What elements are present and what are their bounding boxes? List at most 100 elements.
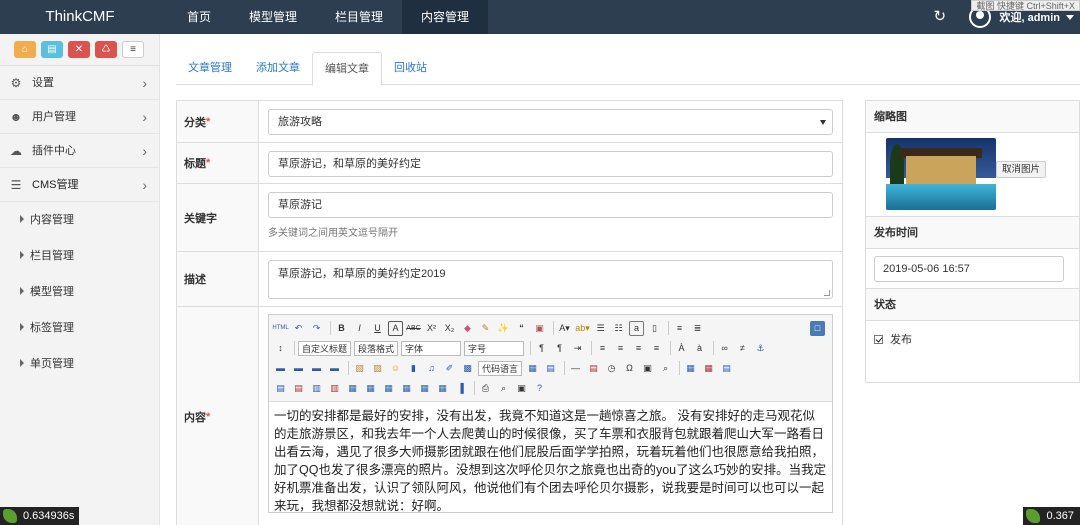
highlight-color-icon[interactable]: ab▾ — [575, 321, 590, 336]
insert-col-icon[interactable]: ▥ — [309, 381, 324, 396]
sidebar-item-users[interactable]: ☻ 用户管理 › — [0, 100, 159, 134]
blockquote-icon[interactable]: “ — [514, 321, 529, 336]
align-justify-icon[interactable]: ≡ — [649, 341, 664, 356]
merge-cells-icon[interactable]: ▦ — [345, 381, 360, 396]
time-icon[interactable]: ◷ — [604, 361, 619, 376]
row-spacing-bottom-icon[interactable]: ≣ — [690, 321, 705, 336]
align-left-icon[interactable]: ≡ — [595, 341, 610, 356]
image-none-icon[interactable]: ▬ — [273, 361, 288, 376]
lowercase-icon[interactable]: à — [692, 341, 707, 356]
split-rows-icon[interactable]: ▦ — [417, 381, 432, 396]
insert-paragraph-icon[interactable]: ▤ — [719, 361, 734, 376]
paragraph-format-select[interactable]: 段落格式 — [354, 340, 399, 356]
indent-icon[interactable]: ⇥ — [570, 341, 585, 356]
recycle-icon[interactable]: ♺ — [95, 41, 117, 58]
code-language-select[interactable]: 代码语言 — [478, 360, 523, 376]
italic-icon[interactable]: I — [352, 321, 367, 336]
tab-add-article[interactable]: 添加文章 — [244, 52, 312, 85]
rtl-icon[interactable]: ¶ — [552, 341, 567, 356]
line-height-icon[interactable]: ↕ — [273, 341, 288, 356]
font-family-select[interactable]: 字体 — [401, 340, 462, 356]
publish-checkbox[interactable] — [874, 334, 883, 344]
date-icon[interactable]: ▤ — [586, 361, 601, 376]
image-right-icon[interactable]: ▬ — [309, 361, 324, 376]
charts-icon[interactable]: ▐ — [453, 381, 468, 396]
search-replace-icon[interactable]: ⌕ — [658, 361, 673, 376]
ordered-list-icon[interactable]: ☰ — [593, 321, 608, 336]
nav-model[interactable]: 模型管理 — [230, 0, 316, 34]
home-icon[interactable]: ⌂ — [14, 41, 36, 58]
unlink-icon[interactable]: ≠ — [735, 341, 750, 356]
uppercase-icon[interactable]: À — [674, 341, 689, 356]
strikethrough-icon[interactable]: ABC — [406, 321, 421, 336]
delete-col-icon[interactable]: ▥ — [327, 381, 342, 396]
trash-icon[interactable]: ✕ — [68, 41, 90, 58]
nav-home[interactable]: 首页 — [168, 0, 230, 34]
bold-icon[interactable]: B — [334, 321, 349, 336]
horizontal-rule-icon[interactable]: — — [568, 361, 583, 376]
custom-heading-select[interactable]: 自定义标题 — [298, 340, 352, 356]
attachment-icon[interactable]: ✐ — [442, 361, 457, 376]
merge-right-icon[interactable]: ▦ — [363, 381, 378, 396]
sidebar-item-plugins[interactable]: ☁ 插件中心 › — [0, 134, 159, 168]
editor-content[interactable]: 一切的安排都是最好的安排，没有出发，我竟不知道这是一趟惊喜之旅。 没有安排好的走… — [269, 402, 832, 520]
sidebar-subitem-model[interactable]: 模型管理 — [0, 274, 159, 310]
subscript-icon[interactable]: X₂ — [442, 321, 457, 336]
clear-doc-icon[interactable]: ▯ — [647, 321, 662, 336]
format-brush-icon[interactable]: ✎ — [478, 321, 493, 336]
fullscreen-icon[interactable]: □ — [810, 320, 825, 336]
border-icon[interactable]: A — [388, 320, 403, 336]
underline-icon[interactable]: U — [370, 321, 385, 336]
sidebar-subitem-tag[interactable]: 标签管理 — [0, 310, 159, 346]
split-cells-icon[interactable]: ▦ — [399, 381, 414, 396]
help-icon[interactable]: ? — [532, 381, 547, 396]
image-center-icon[interactable]: ▬ — [327, 361, 342, 376]
print-icon[interactable]: ⎙ — [478, 381, 493, 396]
debug-timer-left[interactable]: 0.634936s — [0, 507, 80, 525]
image-left-icon[interactable]: ▬ — [291, 361, 306, 376]
anchor-icon[interactable]: ⚓ — [753, 341, 768, 356]
sidebar-subitem-content[interactable]: 内容管理 — [0, 202, 159, 238]
background-icon[interactable]: ▤ — [543, 361, 558, 376]
unordered-list-icon[interactable]: ☷ — [611, 321, 626, 336]
sidebar-item-cms[interactable]: ☰ CMS管理 › — [0, 168, 159, 202]
description-textarea[interactable]: 草原游记，和草原的美好约定2019 — [268, 260, 833, 299]
keywords-input[interactable]: 草原游记 — [268, 192, 833, 218]
music-icon[interactable]: ♫ — [424, 361, 439, 376]
title-input[interactable]: 草原游记，和草原的美好约定 — [268, 151, 833, 177]
merge-down-icon[interactable]: ▦ — [381, 381, 396, 396]
sidebar-item-settings[interactable]: ⚙ 设置 › — [0, 66, 159, 100]
tab-recycle-bin[interactable]: 回收站 — [382, 52, 439, 85]
list-icon[interactable]: ≡ — [122, 41, 144, 58]
paste-plain-icon[interactable]: ▣ — [532, 321, 547, 336]
auto-format-icon[interactable]: ✨ — [496, 321, 511, 336]
debug-timer-right[interactable]: 0.367 — [1023, 507, 1080, 525]
preview-icon[interactable]: ⌕ — [496, 381, 511, 396]
undo-icon[interactable]: ↶ — [291, 321, 306, 336]
resize-handle-icon[interactable] — [824, 290, 830, 296]
refresh-icon[interactable]: ↻ — [933, 9, 947, 24]
nav-column[interactable]: 栏目管理 — [316, 0, 402, 34]
superscript-icon[interactable]: X² — [424, 321, 439, 336]
nav-content[interactable]: 内容管理 — [402, 0, 489, 34]
pubtime-input[interactable]: 2019-05-06 16:57 — [874, 256, 1064, 282]
tab-edit-article[interactable]: 编辑文章 — [312, 52, 382, 86]
tab-article-list[interactable]: 文章管理 — [176, 52, 244, 85]
align-right-icon[interactable]: ≡ — [631, 341, 646, 356]
insert-row-icon[interactable]: ▤ — [273, 381, 288, 396]
sidebar-subitem-column[interactable]: 栏目管理 — [0, 238, 159, 274]
chevron-down-icon[interactable] — [1066, 14, 1074, 20]
emotion-icon[interactable]: ☺ — [388, 361, 403, 376]
map-icon[interactable]: ▩ — [460, 361, 475, 376]
delete-table-icon[interactable]: ▦ — [701, 361, 716, 376]
simple-upload-icon[interactable]: ▧ — [352, 361, 367, 376]
wordimage-icon[interactable]: ▣ — [640, 361, 655, 376]
link-icon[interactable]: ∞ — [717, 341, 732, 356]
category-select[interactable]: 旅游攻略 — [268, 109, 833, 135]
thumbnail-image[interactable] — [886, 138, 996, 210]
insert-video-icon[interactable]: ▮ — [406, 361, 421, 376]
ltr-icon[interactable]: ¶ — [534, 341, 549, 356]
document-icon[interactable]: ▤ — [41, 41, 63, 58]
select-all-icon[interactable]: a — [629, 320, 644, 336]
brand-logo[interactable]: ThinkCMF — [0, 0, 160, 34]
